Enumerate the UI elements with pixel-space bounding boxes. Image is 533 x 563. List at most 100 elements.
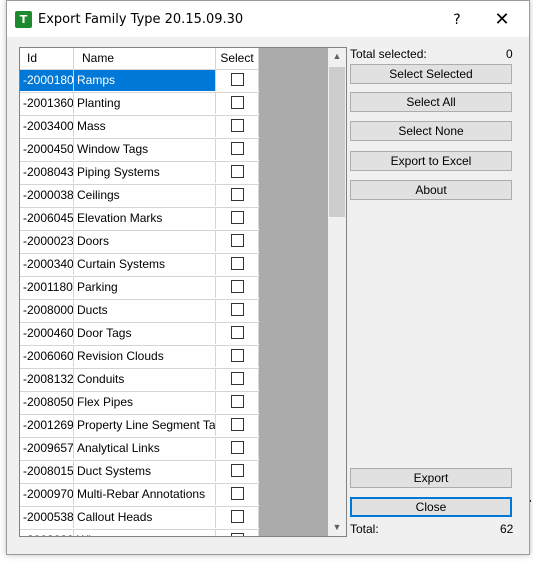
category-grid[interactable]: Id Name Select -2000180 Ramps -2001360 Plan… <box>19 47 347 537</box>
grid-header: Id Name Select <box>20 48 259 70</box>
row-select-cell <box>216 277 259 298</box>
row-select-cell <box>216 162 259 183</box>
title-bar: T Export Family Type 20.15.09.30 ? ✕ <box>7 1 529 37</box>
row-name: Ramps <box>74 70 216 91</box>
row-name: Flex Pipes <box>74 392 216 413</box>
table-row[interactable]: -2000340 Curtain Systems <box>20 254 259 277</box>
row-id: -2009657 <box>20 438 74 459</box>
export-to-excel-button[interactable]: Export to Excel <box>350 151 512 171</box>
row-select-checkbox[interactable] <box>230 372 244 386</box>
row-select-checkbox[interactable] <box>230 510 244 524</box>
table-row[interactable]: -2008132 Conduits <box>20 369 259 392</box>
row-name: Property Line Segment Tags <box>74 415 216 436</box>
select-all-button[interactable]: Select All <box>350 92 512 112</box>
row-select-cell <box>216 208 259 229</box>
column-header-select[interactable]: Select <box>216 48 259 69</box>
row-select-checkbox[interactable] <box>230 73 244 87</box>
close-button[interactable]: Close <box>350 497 512 517</box>
row-name: Multi-Rebar Annotations <box>74 484 216 505</box>
row-id: -2008015 <box>20 461 74 482</box>
row-select-checkbox[interactable] <box>230 188 244 202</box>
row-select-checkbox[interactable] <box>230 119 244 133</box>
row-name: Ducts <box>74 300 216 321</box>
table-row[interactable]: -2000180 Ramps <box>20 70 259 93</box>
row-select-cell <box>216 93 259 114</box>
export-family-type-dialog: T Export Family Type 20.15.09.30 ? ✕ Id … <box>6 0 530 555</box>
row-select-checkbox[interactable] <box>230 349 244 363</box>
scroll-down-icon[interactable]: ▼ <box>328 519 346 536</box>
row-id: -2008043 <box>20 162 74 183</box>
table-row[interactable]: -2003400 Mass <box>20 116 259 139</box>
scroll-up-icon[interactable]: ▲ <box>328 48 346 65</box>
row-name: Curtain Systems <box>74 254 216 275</box>
row-select-checkbox[interactable] <box>230 280 244 294</box>
row-id: -2008039 <box>20 530 74 536</box>
total-value: 62 <box>500 522 514 536</box>
scrollbar-thumb[interactable] <box>329 67 345 217</box>
row-name: Duct Systems <box>74 461 216 482</box>
table-row[interactable]: -2001180 Parking <box>20 277 259 300</box>
column-header-name[interactable]: Name <box>74 48 216 69</box>
table-row[interactable]: -2006045 Elevation Marks <box>20 208 259 231</box>
row-select-checkbox[interactable] <box>230 142 244 156</box>
row-select-cell <box>216 530 259 536</box>
row-id: -2008000 <box>20 300 74 321</box>
table-row[interactable]: -2000038 Ceilings <box>20 185 259 208</box>
table-row[interactable]: -2001269 Property Line Segment Tags <box>20 415 259 438</box>
select-none-button[interactable]: Select None <box>350 121 512 141</box>
row-select-checkbox[interactable] <box>230 418 244 432</box>
row-id: -2000340 <box>20 254 74 275</box>
row-id: -2000460 <box>20 323 74 344</box>
row-select-checkbox[interactable] <box>230 165 244 179</box>
table-row[interactable]: -2008039Wires <box>20 530 259 536</box>
row-select-cell <box>216 346 259 367</box>
row-select-checkbox[interactable] <box>230 257 244 271</box>
row-select-cell <box>216 139 259 160</box>
column-header-id[interactable]: Id <box>20 48 74 69</box>
table-row[interactable]: -2000538 Callout Heads <box>20 507 259 530</box>
table-row[interactable]: -2006060 Revision Clouds <box>20 346 259 369</box>
table-row[interactable]: -2000460 Door Tags <box>20 323 259 346</box>
row-select-checkbox[interactable] <box>230 303 244 317</box>
row-name: Conduits <box>74 369 216 390</box>
row-select-cell <box>216 185 259 206</box>
about-button[interactable]: About <box>350 180 512 200</box>
table-row[interactable]: -2008050 Flex Pipes <box>20 392 259 415</box>
row-select-cell <box>216 461 259 482</box>
row-name: Door Tags <box>74 323 216 344</box>
row-id: -2008050 <box>20 392 74 413</box>
row-select-checkbox[interactable] <box>230 234 244 248</box>
row-select-checkbox[interactable] <box>230 96 244 110</box>
row-select-checkbox[interactable] <box>230 441 244 455</box>
table-row[interactable]: -2008043 Piping Systems <box>20 162 259 185</box>
row-id: -2001360 <box>20 93 74 114</box>
row-select-checkbox[interactable] <box>230 464 244 478</box>
row-select-cell <box>216 300 259 321</box>
total-selected-value: 0 <box>506 47 513 61</box>
row-name: Doors <box>74 231 216 252</box>
row-select-cell <box>216 369 259 390</box>
row-select-checkbox[interactable] <box>230 487 244 501</box>
table-row[interactable]: -2008015 Duct Systems <box>20 461 259 484</box>
row-name: Window Tags <box>74 139 216 160</box>
table-row[interactable]: -2000023 Doors <box>20 231 259 254</box>
export-button[interactable]: Export <box>350 468 512 488</box>
table-row[interactable]: -2000970 Multi-Rebar Annotations <box>20 484 259 507</box>
row-name: Parking <box>74 277 216 298</box>
row-select-cell <box>216 392 259 413</box>
help-button[interactable]: ? <box>443 7 471 33</box>
row-select-checkbox[interactable] <box>230 395 244 409</box>
row-id: -2000450 <box>20 139 74 160</box>
table-row[interactable]: -2009657 Analytical Links <box>20 438 259 461</box>
table-row[interactable]: -2000450 Window Tags <box>20 139 259 162</box>
row-select-checkbox[interactable] <box>230 211 244 225</box>
row-name: Analytical Links <box>74 438 216 459</box>
table-row[interactable]: -2001360 Planting <box>20 93 259 116</box>
vertical-scrollbar[interactable]: ▲ ▼ <box>328 48 346 536</box>
row-select-checkbox[interactable] <box>230 533 244 536</box>
row-select-checkbox[interactable] <box>230 326 244 340</box>
row-select-cell <box>216 116 259 137</box>
close-window-button[interactable]: ✕ <box>487 7 517 33</box>
select-selected-button[interactable]: Select Selected <box>350 64 512 84</box>
table-row[interactable]: -2008000 Ducts <box>20 300 259 323</box>
